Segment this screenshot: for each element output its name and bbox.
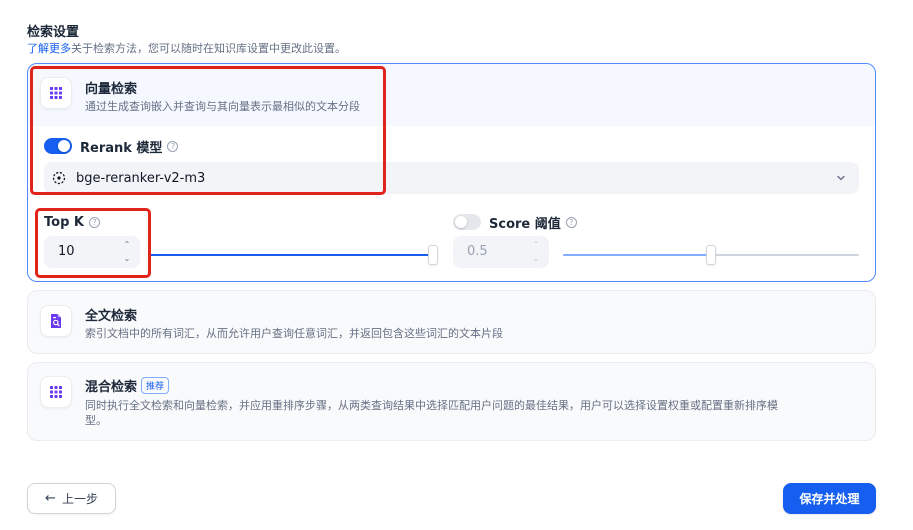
top-k-slider[interactable] bbox=[150, 245, 438, 265]
fulltext-search-description: 索引文档中的所有词汇，从而允许用户查询任意词汇，并返回包含这些词汇的文本片段 bbox=[85, 327, 503, 340]
section-title: 检索设置 bbox=[27, 25, 80, 40]
hybrid-search-title-row: 混合检索 推荐 bbox=[85, 376, 170, 395]
hybrid-desc-line1: 同时执行全文检索和向量检索，并应用重排序步骤，从两类查询结果中选择匹配用户问题的… bbox=[85, 399, 778, 412]
vector-search-card[interactable]: 向量检索 通过生成查询嵌入并查询与其向量表示最相似的文本分段 Rerank 模型… bbox=[27, 63, 876, 282]
rerank-model-select[interactable]: bge-reranker-v2-m3 bbox=[44, 162, 859, 194]
section-description: 了解更多关于检索方法，您可以随时在知识库设置中更改此设置。 bbox=[27, 40, 346, 56]
recommended-badge: 推荐 bbox=[141, 377, 170, 394]
score-label-row: Score 阈值 ? bbox=[453, 213, 577, 232]
score-threshold-input[interactable]: 0.5 ⌃ ⌄ bbox=[453, 236, 549, 268]
rerank-label: Rerank 模型 bbox=[80, 140, 163, 156]
grid-icon bbox=[40, 376, 72, 408]
grid-icon bbox=[40, 77, 72, 109]
chevron-down-icon[interactable]: ⌄ bbox=[533, 254, 540, 264]
previous-step-button[interactable]: ← 上一步 bbox=[27, 483, 116, 514]
slider-thumb[interactable] bbox=[428, 245, 438, 265]
vector-search-title: 向量检索 bbox=[85, 82, 138, 97]
arrow-left-icon: ← bbox=[45, 491, 56, 506]
top-k-stepper[interactable]: ⌃ ⌄ bbox=[122, 240, 132, 264]
rerank-toggle[interactable] bbox=[44, 138, 72, 154]
help-icon[interactable]: ? bbox=[88, 216, 100, 228]
slider-thumb[interactable] bbox=[706, 245, 716, 265]
hybrid-desc-line2: 型。 bbox=[85, 414, 107, 427]
rerank-row: Rerank 模型 ? bbox=[44, 137, 179, 156]
help-icon[interactable]: ? bbox=[167, 140, 179, 152]
score-threshold-value: 0.5 bbox=[467, 244, 488, 259]
slider-fill bbox=[150, 254, 433, 256]
toggle-knob bbox=[58, 140, 70, 152]
score-stepper[interactable]: ⌃ ⌄ bbox=[531, 240, 541, 264]
score-threshold-toggle[interactable] bbox=[453, 214, 481, 230]
top-k-value: 10 bbox=[58, 244, 75, 259]
save-and-process-button[interactable]: 保存并处理 bbox=[783, 483, 876, 514]
model-provider-icon bbox=[52, 171, 66, 185]
score-threshold-label: Score 阈值 bbox=[489, 216, 561, 232]
vector-search-header[interactable]: 向量检索 通过生成查询嵌入并查询与其向量表示最相似的文本分段 bbox=[28, 64, 875, 126]
toggle-knob bbox=[455, 216, 467, 228]
top-k-input[interactable]: 10 ⌃ ⌄ bbox=[44, 236, 140, 268]
hybrid-search-card[interactable]: 混合检索 推荐 同时执行全文检索和向量检索，并应用重排序步骤，从两类查询结果中选择… bbox=[27, 362, 876, 441]
section-description-text: 关于检索方法，您可以随时在知识库设置中更改此设置。 bbox=[71, 42, 346, 55]
top-k-label: Top K bbox=[44, 214, 84, 230]
learn-more-link[interactable]: 了解更多 bbox=[27, 42, 71, 55]
fulltext-search-title: 全文检索 bbox=[85, 309, 138, 324]
fulltext-search-card[interactable]: 全文检索 索引文档中的所有词汇，从而允许用户查询任意词汇，并返回包含这些词汇的文… bbox=[27, 290, 876, 354]
chevron-down-icon[interactable]: ⌄ bbox=[124, 254, 131, 264]
vector-search-description: 通过生成查询嵌入并查询与其向量表示最相似的文本分段 bbox=[85, 100, 360, 113]
rerank-model-name: bge-reranker-v2-m3 bbox=[76, 170, 206, 186]
previous-step-label: 上一步 bbox=[61, 492, 98, 506]
chevron-up-icon[interactable]: ⌃ bbox=[533, 240, 540, 250]
hybrid-search-title: 混合检索 bbox=[85, 380, 138, 395]
help-icon[interactable]: ? bbox=[565, 216, 577, 228]
slider-fill bbox=[563, 254, 711, 256]
hybrid-search-description: 同时执行全文检索和向量检索，并应用重排序步骤，从两类查询结果中选择匹配用户问题的… bbox=[85, 398, 778, 428]
chevron-down-icon bbox=[837, 175, 845, 181]
doc-search-icon bbox=[40, 305, 72, 337]
top-k-label-row: Top K ? bbox=[44, 213, 100, 231]
score-threshold-slider[interactable] bbox=[563, 245, 859, 265]
chevron-up-icon[interactable]: ⌃ bbox=[124, 240, 131, 250]
